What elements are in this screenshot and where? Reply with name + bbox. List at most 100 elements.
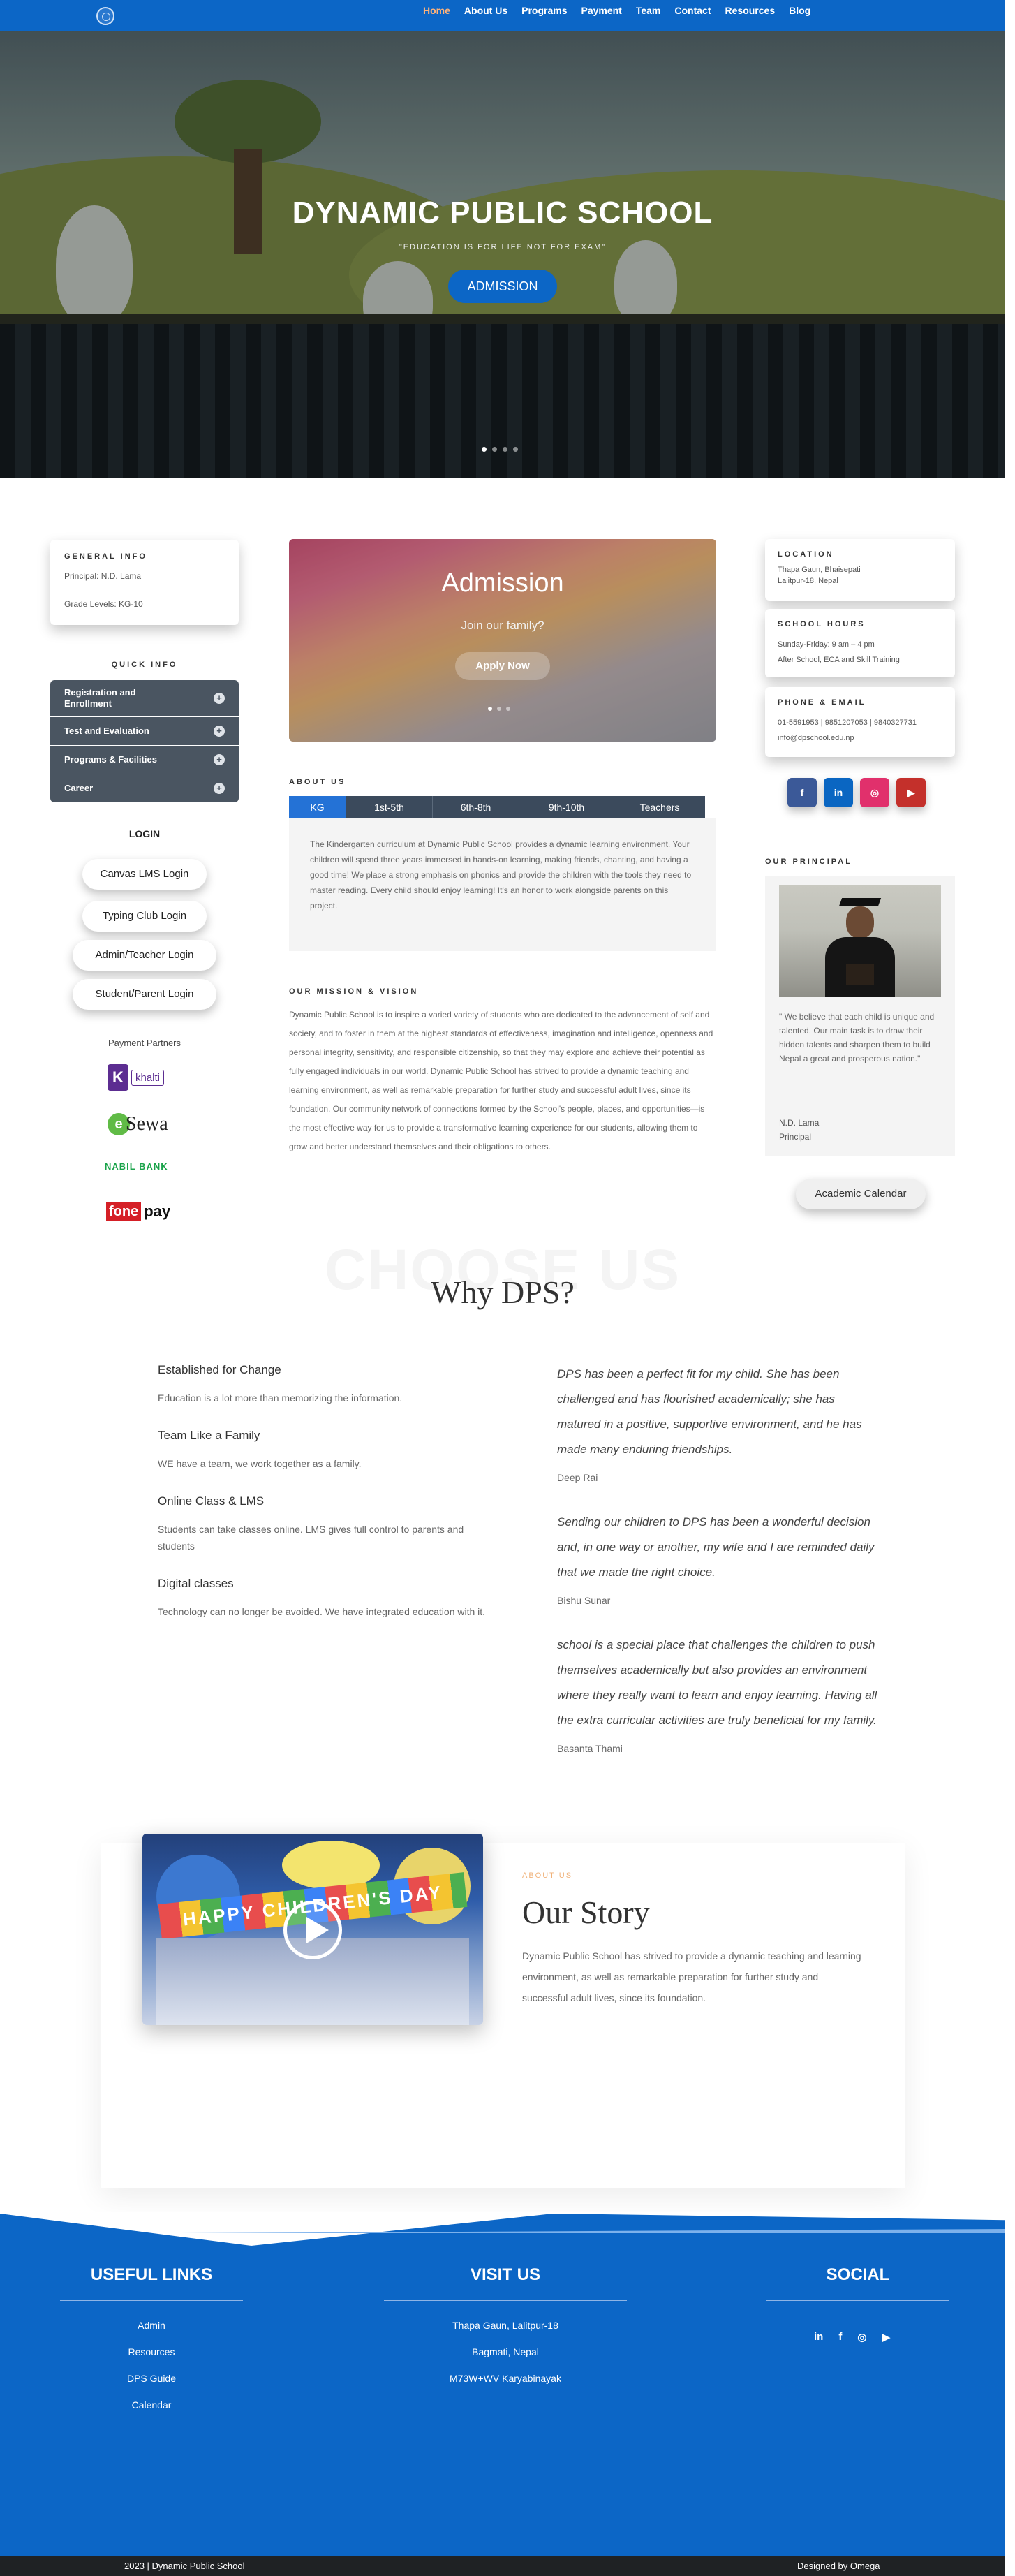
feature-title: Team Like a Family — [158, 1429, 260, 1442]
tab-6th-8th[interactable]: 6th-8th — [433, 796, 519, 818]
youtube-icon[interactable]: ▶ — [896, 778, 926, 807]
school-hours-card: SCHOOL HOURS Sunday-Friday: 9 am – 4 pm … — [765, 609, 955, 677]
feature-item: Digital classes Technology can no longer… — [158, 1577, 493, 1620]
principal-quote: " We believe that each child is unique a… — [779, 1012, 935, 1063]
nav-home[interactable]: Home — [423, 5, 450, 16]
slider-dots — [488, 707, 510, 711]
nabil-bank-logo[interactable]: NABIL BANK — [105, 1161, 168, 1172]
school-emblem-icon[interactable] — [96, 7, 114, 25]
slide-dot[interactable] — [482, 447, 487, 452]
nav-blog[interactable]: Blog — [789, 5, 810, 16]
slide-dot[interactable] — [492, 447, 497, 452]
accordion-registration[interactable]: Registration and Enrollment + — [50, 680, 239, 716]
nav-team[interactable]: Team — [636, 5, 661, 16]
hero-slider: DYNAMIC PUBLIC SCHOOL "EDUCATION IS FOR … — [0, 31, 1005, 478]
hero-overlay — [0, 31, 1005, 478]
hours-line-1: Sunday-Friday: 9 am – 4 pm — [778, 640, 875, 649]
instagram-icon[interactable]: ◎ — [857, 2331, 866, 2343]
footer-link-calendar[interactable]: Calendar — [60, 2399, 243, 2411]
tab-9th-10th[interactable]: 9th-10th — [519, 796, 614, 818]
slide-dot[interactable] — [506, 707, 510, 711]
testimonial: school is a special place that challenge… — [557, 1633, 878, 1754]
social-heading: SOCIAL — [826, 2265, 890, 2284]
phone-numbers: 01-5591953 | 9851207053 | 9840327731 — [778, 719, 917, 727]
main-menu: Home About Us Programs Payment Team Cont… — [423, 0, 824, 21]
nav-contact[interactable]: Contact — [674, 5, 711, 16]
accordion-test-evaluation[interactable]: Test and Evaluation + — [50, 717, 239, 745]
esewa-wordmark: Sewa — [126, 1113, 168, 1135]
testimonial: Sending our children to DPS has been a w… — [557, 1510, 878, 1606]
nav-payment[interactable]: Payment — [581, 5, 621, 16]
our-principal-heading: OUR PRINCIPAL — [765, 858, 852, 866]
admin-teacher-login-button[interactable]: Admin/Teacher Login — [73, 940, 216, 971]
nav-programs[interactable]: Programs — [521, 5, 567, 16]
canvas-lms-login-button[interactable]: Canvas LMS Login — [82, 859, 207, 890]
tab-1st-5th[interactable]: 1st-5th — [346, 796, 433, 818]
admission-title: Admission — [441, 568, 564, 598]
testimonial-author: Deep Rai — [557, 1472, 598, 1483]
mission-text: Dynamic Public School is to inspire a va… — [289, 1010, 713, 1151]
slide-dot[interactable] — [513, 447, 518, 452]
login-heading: LOGIN — [128, 828, 161, 839]
slide-dot[interactable] — [497, 707, 501, 711]
khalti-mark-icon: K — [108, 1064, 128, 1091]
instagram-icon[interactable]: ◎ — [860, 778, 889, 807]
youtube-icon[interactable]: ▶ — [882, 2331, 890, 2343]
student-parent-login-button[interactable]: Student/Parent Login — [73, 979, 216, 1010]
khalti-logo[interactable]: K khalti — [108, 1063, 165, 1092]
testimonial: DPS has been a perfect fit for my child.… — [557, 1362, 878, 1483]
feature-item: Established for Change Education is a lo… — [158, 1363, 493, 1406]
visit-plus-code: M73W+WV Karyabinayak — [450, 2373, 561, 2384]
apply-now-button[interactable]: Apply Now — [455, 652, 550, 680]
slide-dot[interactable] — [503, 447, 508, 452]
tab-teachers[interactable]: Teachers — [614, 796, 705, 818]
feature-item: Online Class & LMS Students can take cla… — [158, 1494, 493, 1554]
feature-text: WE have a team, we work together as a fa… — [158, 1458, 362, 1469]
diploma-folder — [846, 964, 874, 985]
story-video[interactable]: HAPPY CHILDREN'S DAY — [142, 1834, 483, 2025]
testimonial-quote: Sending our children to DPS has been a w… — [557, 1515, 875, 1579]
play-icon[interactable] — [283, 1901, 342, 1959]
general-info-heading: GENERAL INFO — [64, 552, 147, 561]
footer-social-icons: in f ◎ ▶ — [814, 2331, 890, 2343]
nav-about-us[interactable]: About Us — [464, 5, 508, 16]
general-info-card: GENERAL INFO Principal: N.D. Lama Grade … — [50, 540, 239, 625]
principal-photo — [779, 885, 941, 997]
testimonial-author: Bishu Sunar — [557, 1595, 611, 1606]
school-hours-heading: SCHOOL HOURS — [778, 620, 866, 628]
accordion-label: Registration and Enrollment — [64, 687, 136, 709]
admission-button[interactable]: ADMISSION — [448, 270, 557, 303]
play-triangle — [306, 1917, 329, 1943]
our-story-text: Dynamic Public School has strived to pro… — [522, 1950, 861, 2003]
facebook-icon[interactable]: f — [787, 778, 817, 807]
principal-face — [846, 906, 874, 939]
hero-slide-dots — [482, 447, 518, 452]
linkedin-icon[interactable]: in — [814, 2331, 823, 2343]
tab-kg[interactable]: KG — [289, 796, 346, 818]
feature-title: Digital classes — [158, 1577, 234, 1590]
designer-credit: Designed by Omega — [797, 2561, 880, 2571]
footer-divider — [0, 2214, 1005, 2246]
slide-dot[interactable] — [488, 707, 492, 711]
principal-card: " We believe that each child is unique a… — [765, 876, 955, 1156]
phone-email-card: PHONE & EMAIL 01-5591953 | 9851207053 | … — [765, 687, 955, 757]
nav-resources[interactable]: Resources — [725, 5, 776, 16]
footer: USEFUL LINKS Admin Resources DPS Guide C… — [0, 2214, 1005, 2563]
accordion-programs[interactable]: Programs & Facilities + — [50, 746, 239, 774]
typing-club-login-button[interactable]: Typing Club Login — [82, 901, 207, 932]
footer-link-resources[interactable]: Resources — [60, 2346, 243, 2357]
hero-title: DYNAMIC PUBLIC SCHOOL — [292, 196, 713, 230]
testimonial-author: Basanta Thami — [557, 1743, 623, 1754]
graduation-cap — [838, 898, 882, 906]
location-line-1: Thapa Gaun, Bhaisepati — [778, 566, 861, 574]
esewa-logo[interactable]: e Sewa — [108, 1110, 168, 1138]
footer-divider-line — [60, 2300, 243, 2301]
linkedin-icon[interactable]: in — [824, 778, 853, 807]
academic-calendar-button[interactable]: Academic Calendar — [796, 1179, 926, 1209]
fonepay-logo[interactable]: fone pay — [106, 1200, 170, 1223]
facebook-icon[interactable]: f — [838, 2331, 842, 2343]
footer-link-admin[interactable]: Admin — [60, 2320, 243, 2331]
footer-link-dps-guide[interactable]: DPS Guide — [60, 2373, 243, 2384]
accordion-career[interactable]: Career + — [50, 774, 239, 802]
accordion-label: Test and Evaluation — [64, 726, 149, 736]
